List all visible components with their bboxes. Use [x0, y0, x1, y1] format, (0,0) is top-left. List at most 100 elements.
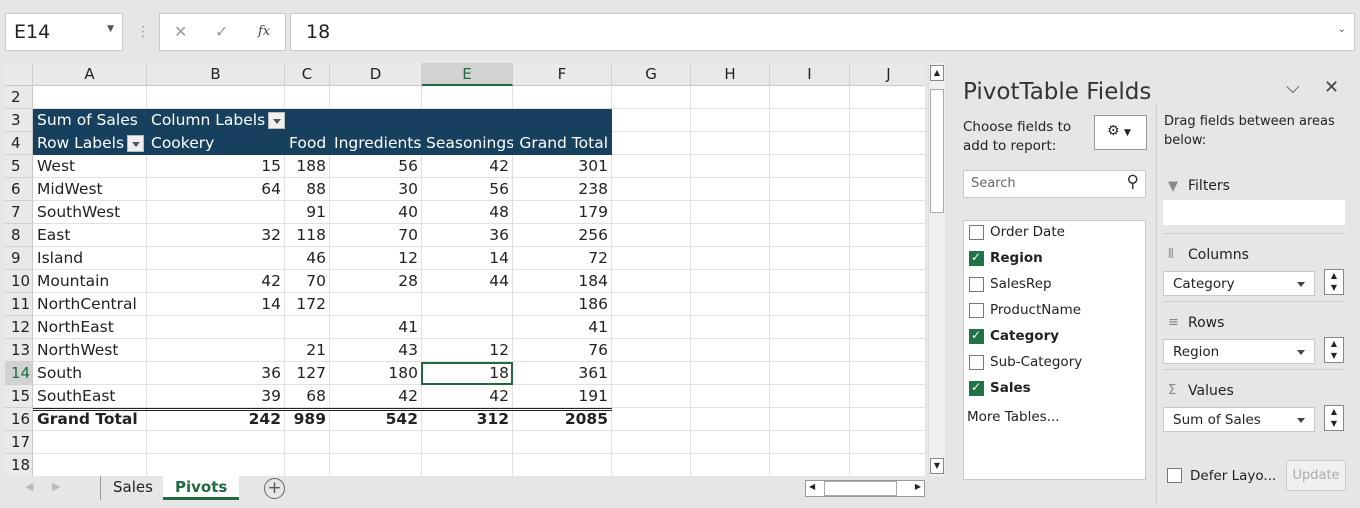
row-header-10[interactable]: 10	[5, 270, 33, 293]
pivot-value-cell[interactable]	[147, 339, 285, 362]
row-header-15[interactable]: 15	[5, 385, 33, 408]
values-field[interactable]: Sum of Sales	[1163, 407, 1315, 432]
pivot-row-label[interactable]: South	[33, 362, 147, 385]
column-header-B[interactable]: B	[147, 63, 285, 86]
pivot-value-cell[interactable]: 256	[513, 224, 612, 247]
pivot-value-cell[interactable]: 21	[285, 339, 330, 362]
pivot-value-cell[interactable]: 14	[147, 293, 285, 316]
pivot-value-cell[interactable]: 118	[285, 224, 330, 247]
column-header-C[interactable]: C	[285, 63, 330, 86]
column-header-H[interactable]: H	[691, 63, 770, 86]
pivot-value-cell[interactable]: 70	[285, 270, 330, 293]
rows-move-spinner[interactable]: ▲ ▼	[1324, 337, 1344, 363]
row-header-9[interactable]: 9	[5, 247, 33, 270]
row-header-4[interactable]: 4	[5, 132, 33, 155]
pivot-value-cell[interactable]	[147, 316, 285, 339]
pivot-value-cell[interactable]: 184	[513, 270, 612, 293]
scroll-thumb[interactable]	[930, 89, 944, 213]
pivot-value-cell[interactable]: 72	[513, 247, 612, 270]
formula-input[interactable]: 18 ⌄	[290, 13, 1355, 51]
column-header-I[interactable]: I	[770, 63, 850, 86]
vertical-scrollbar[interactable]: ▲ ▼	[928, 63, 945, 476]
pivot-row-label[interactable]: Island	[33, 247, 147, 270]
pivot-column-header[interactable]: Grand Total	[513, 132, 612, 155]
active-cell-E14[interactable]	[421, 362, 513, 385]
pivot-value-cell[interactable]: 361	[513, 362, 612, 385]
pivot-row-label[interactable]: SouthWest	[33, 201, 147, 224]
pivot-value-cell[interactable]: 14	[422, 247, 513, 270]
pivot-value-cell[interactable]: 2085	[513, 408, 612, 431]
columns-field[interactable]: Category	[1163, 271, 1315, 296]
name-box[interactable]: E14 ▼	[5, 13, 123, 51]
tools-button[interactable]: ⚙ ▼	[1094, 115, 1147, 150]
values-move-spinner[interactable]: ▲ ▼	[1324, 405, 1344, 431]
pivot-value-cell[interactable]: 42	[422, 385, 513, 408]
row-header-7[interactable]: 7	[5, 201, 33, 224]
expand-formula-icon[interactable]: ⌄	[1338, 24, 1346, 35]
pivot-row-label[interactable]: NorthWest	[33, 339, 147, 362]
pivot-value-cell[interactable]: 40	[330, 201, 422, 224]
pivot-value-cell[interactable]: 238	[513, 178, 612, 201]
pivot-value-cell[interactable]	[422, 316, 513, 339]
pivot-value-cell[interactable]: 41	[513, 316, 612, 339]
pivot-value-cell[interactable]: 68	[285, 385, 330, 408]
pivot-value-cell[interactable]: 42	[147, 270, 285, 293]
pivot-value-cell[interactable]: 28	[330, 270, 422, 293]
rows-field[interactable]: Region	[1163, 339, 1315, 364]
pivot-value-cell[interactable]: 48	[422, 201, 513, 224]
pivot-value-cell[interactable]: 191	[513, 385, 612, 408]
row-header-14[interactable]: 14	[5, 362, 33, 385]
pivot-value-cell[interactable]: 186	[513, 293, 612, 316]
enter-icon[interactable]: ✓	[215, 22, 228, 41]
pivot-value-cell[interactable]: 180	[330, 362, 422, 385]
pivot-value-cell[interactable]: 172	[285, 293, 330, 316]
row-labels-filter-button[interactable]	[127, 135, 145, 152]
pivot-value-cell[interactable]: 88	[285, 178, 330, 201]
pivot-value-cell[interactable]	[422, 293, 513, 316]
row-header-16[interactable]: 16	[5, 408, 33, 431]
pivot-row-label[interactable]: Grand Total	[33, 408, 147, 431]
pivot-value-cell[interactable]: 188	[285, 155, 330, 178]
update-button[interactable]: Update	[1286, 460, 1346, 491]
pivot-value-cell[interactable]: 70	[330, 224, 422, 247]
column-header-D[interactable]: D	[330, 63, 422, 86]
row-header-5[interactable]: 5	[5, 155, 33, 178]
pivot-value-cell[interactable]	[285, 316, 330, 339]
pivot-value-cell[interactable]: 127	[285, 362, 330, 385]
pivot-value-cell[interactable]: 44	[422, 270, 513, 293]
select-all-button[interactable]	[5, 63, 33, 86]
pivot-value-cell[interactable]	[147, 247, 285, 270]
row-header-8[interactable]: 8	[5, 224, 33, 247]
tab-sales[interactable]: Sales	[100, 476, 165, 500]
pivot-value-cell[interactable]: 12	[330, 247, 422, 270]
pivot-value-cell[interactable]: 36	[147, 362, 285, 385]
pivot-value-cell[interactable]: 91	[285, 201, 330, 224]
scroll-right-icon[interactable]: ▶	[915, 482, 921, 491]
pivot-value-cell[interactable]: 301	[513, 155, 612, 178]
row-header-12[interactable]: 12	[5, 316, 33, 339]
pivot-row-label[interactable]: MidWest	[33, 178, 147, 201]
column-labels-filter-button[interactable]	[268, 112, 286, 129]
column-header-F[interactable]: F	[513, 63, 612, 86]
pivot-row-label[interactable]: East	[33, 224, 147, 247]
field-label[interactable]: SalesRep	[990, 276, 1052, 292]
row-header-3[interactable]: 3	[5, 109, 33, 132]
more-tables-link[interactable]: More Tables...	[967, 409, 1060, 425]
cancel-icon[interactable]: ✕	[174, 22, 187, 41]
pivot-column-header[interactable]: Ingredients	[330, 132, 422, 155]
field-checkbox-order-date[interactable]	[969, 225, 984, 240]
scroll-left-icon[interactable]: ◀	[809, 482, 815, 491]
pivot-value-cell[interactable]: 56	[422, 178, 513, 201]
pivot-value-cell[interactable]	[330, 293, 422, 316]
pivot-value-cell[interactable]: 989	[285, 408, 330, 431]
pivot-value-cell[interactable]: 42	[330, 385, 422, 408]
pivot-value-cell[interactable]: 46	[285, 247, 330, 270]
pivot-value-cell[interactable]: 30	[330, 178, 422, 201]
pivot-value-cell[interactable]: 43	[330, 339, 422, 362]
pivot-value-cell[interactable]: 42	[422, 155, 513, 178]
pivot-value-cell[interactable]: 36	[422, 224, 513, 247]
row-header-17[interactable]: 17	[5, 431, 33, 454]
horizontal-scrollbar[interactable]: ◀ ▶	[805, 480, 925, 497]
field-label[interactable]: Order Date	[990, 224, 1065, 240]
row-header-2[interactable]: 2	[5, 86, 33, 109]
